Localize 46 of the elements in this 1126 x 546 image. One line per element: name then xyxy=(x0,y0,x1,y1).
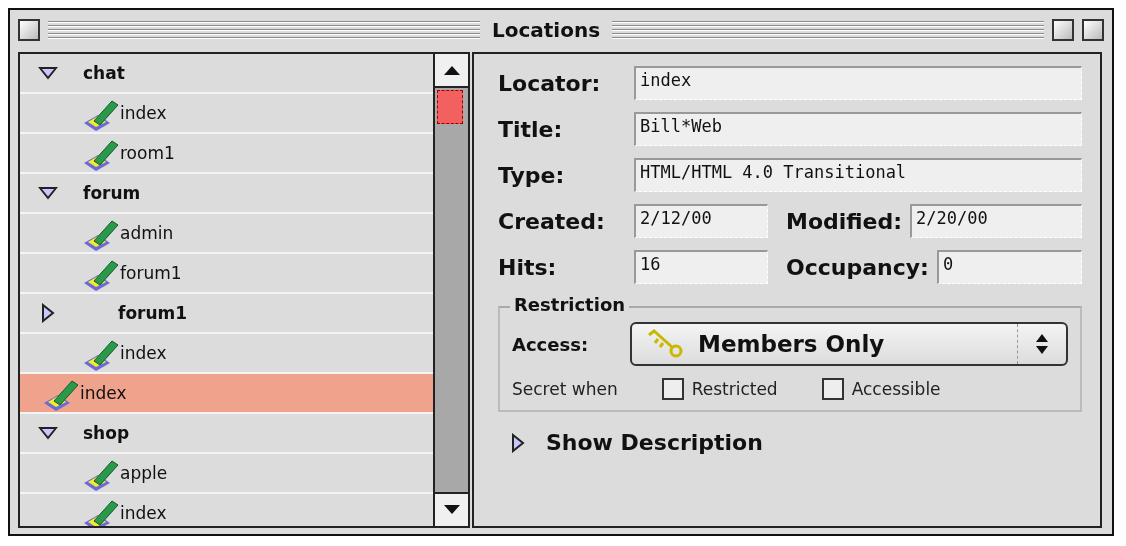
text-field[interactable]: 16 xyxy=(634,250,768,284)
folder-label: forum xyxy=(83,183,141,203)
checkbox-label: Accessible xyxy=(851,379,941,399)
secret-when-label: Secret when xyxy=(512,379,618,399)
text-field[interactable]: index xyxy=(634,66,1082,100)
up-arrow-icon xyxy=(443,65,460,75)
folder-label: shop xyxy=(83,423,130,443)
text-field[interactable]: Bill*Web xyxy=(634,112,1082,146)
down-arrow-icon xyxy=(443,505,460,515)
window-title: Locations xyxy=(490,18,602,42)
field-label: Occupancy: xyxy=(786,254,929,280)
page-label: forum1 xyxy=(120,263,182,283)
page-label: apple xyxy=(120,463,168,483)
access-label: Access: xyxy=(512,333,590,355)
page-label: index xyxy=(80,383,127,403)
tree-row[interactable]: index xyxy=(20,374,433,414)
checkbox[interactable] xyxy=(661,378,684,400)
field-label: Modified: xyxy=(786,208,903,234)
page-label: index xyxy=(120,503,167,523)
text-field[interactable]: 2/12/00 xyxy=(634,204,768,238)
field-label: Locator: xyxy=(498,70,602,96)
text-field[interactable]: 0 xyxy=(936,250,1082,284)
text-field[interactable]: HTML/HTML 4.0 Transitional xyxy=(634,158,1082,192)
checkbox[interactable] xyxy=(821,378,844,400)
scroll-bar[interactable] xyxy=(433,54,468,526)
field-label: Type: xyxy=(498,162,566,188)
page-label: room1 xyxy=(120,143,175,163)
up-down-arrows-icon xyxy=(1035,333,1049,355)
field-label: Created: xyxy=(498,208,606,234)
page-label: admin xyxy=(120,223,174,243)
collapse-box[interactable] xyxy=(1082,19,1104,41)
field-label: Title: xyxy=(498,116,564,142)
scroll-thumb[interactable] xyxy=(437,90,463,124)
show-description-label: Show Description xyxy=(546,430,763,455)
scroll-up-button[interactable] xyxy=(435,54,468,86)
page-label: index xyxy=(120,343,167,363)
checkbox-label: Restricted xyxy=(691,379,778,399)
text-field[interactable]: 2/20/00 xyxy=(910,204,1082,238)
folder-label: forum1 xyxy=(118,303,188,323)
scroll-down-button[interactable] xyxy=(435,494,468,526)
page-label: index xyxy=(120,103,167,123)
close-box[interactable] xyxy=(18,19,40,41)
field-label: Hits: xyxy=(498,254,558,280)
zoom-box[interactable] xyxy=(1052,19,1074,41)
folder-label: chat xyxy=(83,63,125,83)
access-dropdown[interactable]: Members Only xyxy=(630,322,1068,366)
